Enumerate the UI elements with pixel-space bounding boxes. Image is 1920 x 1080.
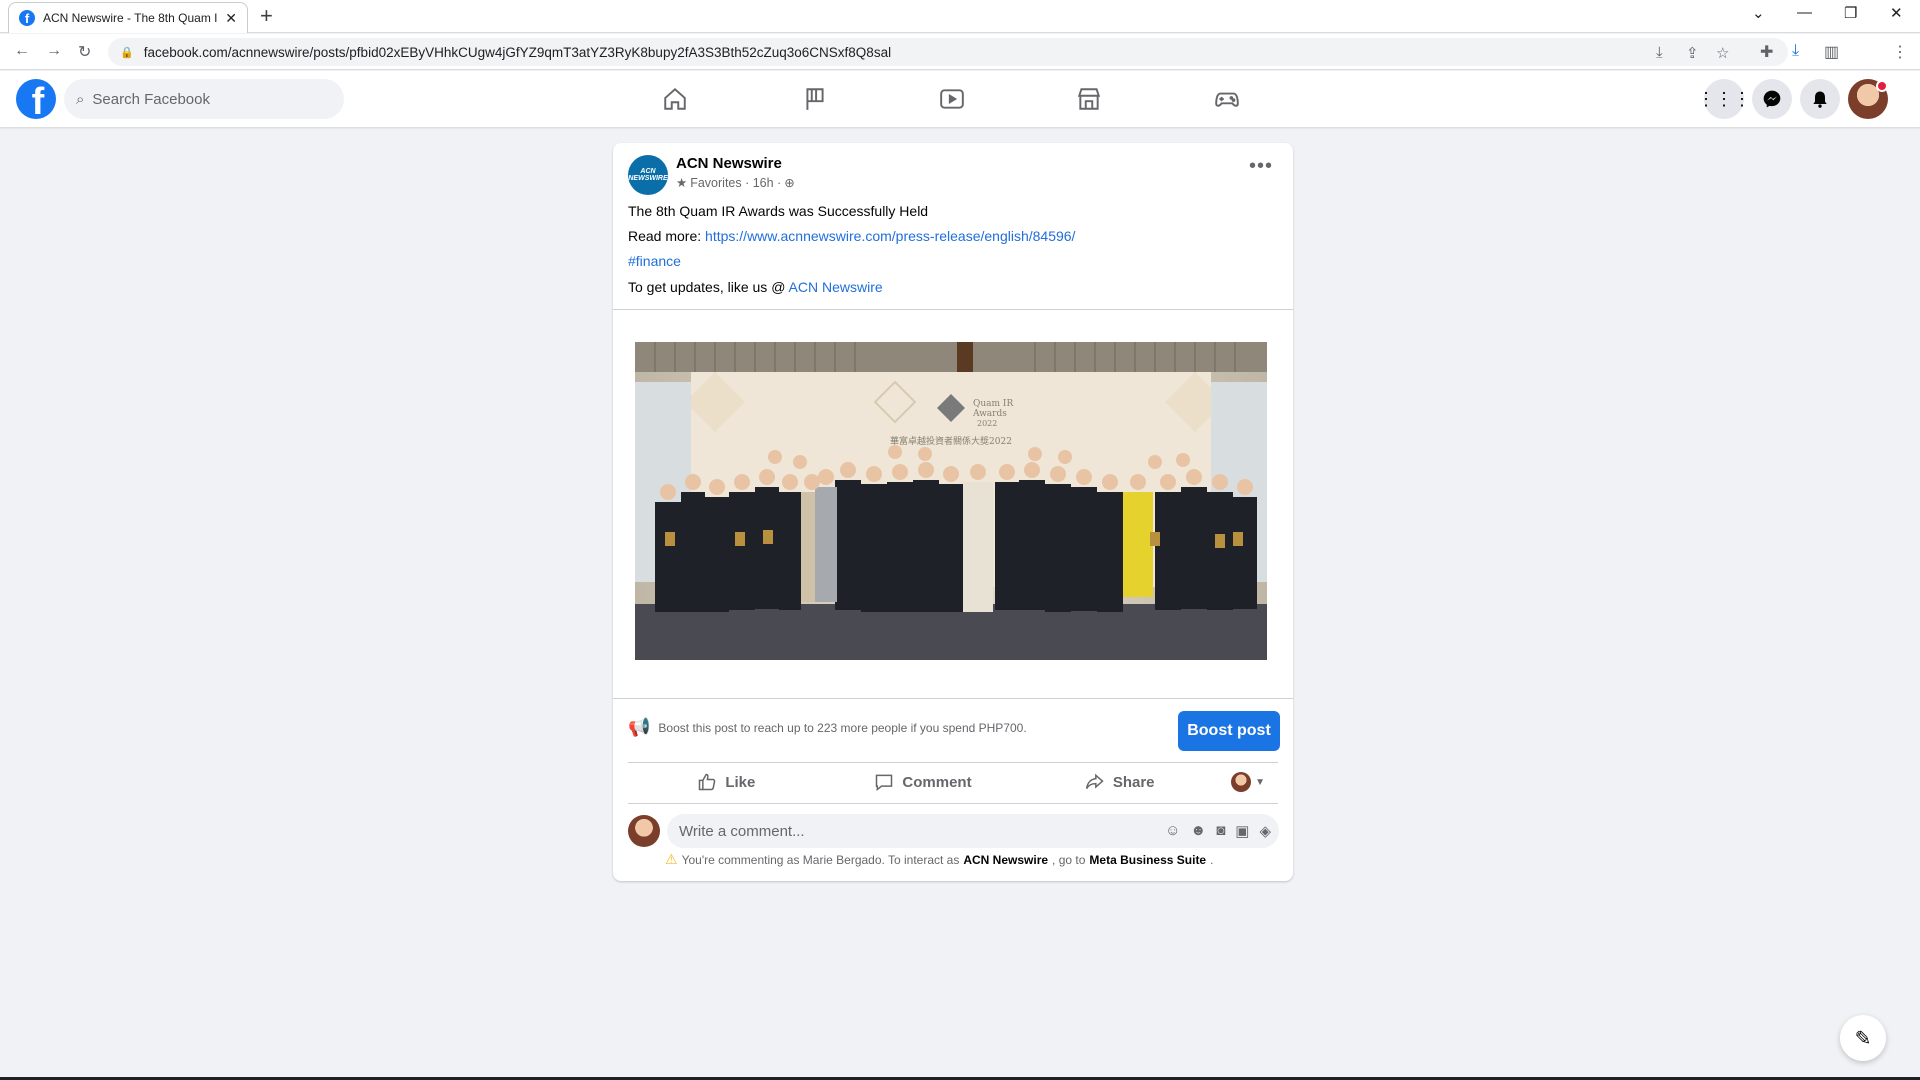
photo-caption-1: Quam IR <box>973 399 1013 409</box>
megaphone-icon: 📢 <box>628 717 651 737</box>
page-avatar-text: ACN NEWSWIRE <box>628 168 668 182</box>
post-card: ACN NEWSWIRE ACN Newswire ★ Favorites · … <box>613 143 1293 881</box>
event-group-photo: Quam IR Awards 2022 華富卓越投資者關係大獎2022 <box>635 342 1267 660</box>
finance-hashtag-link[interactable]: #finance <box>628 253 681 269</box>
thumbs-up-icon <box>699 773 716 791</box>
pages-flag-icon[interactable] <box>760 71 870 127</box>
notifications-bell-icon[interactable] <box>1800 79 1840 119</box>
commenting-as-notice: ⚠ You're commenting as Marie Bergado. To… <box>665 851 1213 868</box>
divider <box>613 698 1293 699</box>
meta-business-suite-link[interactable]: Meta Business Suite <box>1089 853 1206 867</box>
favorites-star-icon: ★ <box>676 176 688 190</box>
extensions-icon[interactable]: ✚ <box>1760 42 1773 62</box>
like-button[interactable]: Like <box>628 762 825 802</box>
comment-composer[interactable]: ☺ ☻ ◙ ▣ ◈ <box>667 814 1279 848</box>
divider <box>628 803 1278 804</box>
like-label: Like <box>725 773 756 791</box>
updates-prefix: To get updates, like us @ <box>628 279 786 295</box>
tab-title: ACN Newswire - The 8th Quam I <box>43 11 218 25</box>
browser-menu-icon[interactable]: ⋮ <box>1892 42 1908 62</box>
notice-middle: , go to <box>1052 852 1086 867</box>
hashtag-line: #finance <box>628 253 681 269</box>
side-panel-icon[interactable]: ▥ <box>1824 42 1839 62</box>
share-arrow-icon <box>1085 773 1104 790</box>
notification-badge <box>1876 80 1888 92</box>
notice-page-name[interactable]: ACN Newswire <box>963 853 1048 867</box>
divider <box>613 309 1293 310</box>
post-photo[interactable]: Quam IR Awards 2022 華富卓越投資者關係大獎2022 <box>635 342 1267 660</box>
comment-button[interactable]: Comment <box>825 762 1022 802</box>
camera-icon[interactable]: ◙ <box>1216 822 1225 840</box>
actor-avatar <box>1231 772 1252 792</box>
post-meta: ★ Favorites · 16h · ⊕ <box>676 175 795 191</box>
new-tab-icon[interactable]: + <box>260 5 273 27</box>
comment-input[interactable] <box>679 822 1139 840</box>
bookmark-star-icon[interactable]: ☆ <box>1716 44 1729 62</box>
comment-label: Comment <box>902 773 972 791</box>
gif-icon[interactable]: ▣ <box>1235 822 1249 840</box>
photo-caption-4: 華富卓越投資者關係大獎2022 <box>890 435 1012 447</box>
new-message-compose-icon[interactable]: ✎ <box>1840 1015 1886 1061</box>
tab-search-icon[interactable]: ⌄ <box>1752 4 1765 22</box>
globe-icon[interactable]: ⊕ <box>784 175 794 190</box>
photo-caption-3: 2022 <box>977 419 997 428</box>
share-button[interactable]: Share <box>1021 762 1218 802</box>
facebook-favicon-icon: f <box>19 10 35 26</box>
browser-toolbar: ← → ↻ 🔒 facebook.com/acnnewswire/posts/p… <box>0 34 1920 70</box>
boost-text: Boost this post to reach up to 223 more … <box>658 720 1027 735</box>
menu-grid-icon[interactable]: ⋮⋮⋮ <box>1697 79 1751 119</box>
page-name[interactable]: ACN Newswire <box>676 155 782 172</box>
share-page-icon[interactable]: ⇪ <box>1686 44 1699 62</box>
post-headline: The 8th Quam IR Awards was Successfully … <box>628 203 929 219</box>
notice-prefix: You're commenting as Marie Bergado. To i… <box>681 852 960 867</box>
boost-hint: 📢 Boost this post to reach up to 223 mor… <box>628 717 1027 738</box>
updates-line: To get updates, like us @ ACN Newswire <box>628 279 883 295</box>
photo-caption-2: Awards <box>972 409 1007 419</box>
facebook-search[interactable]: ⌕ <box>64 79 344 119</box>
post-meta-text[interactable]: Favorites · 16h · <box>690 176 781 190</box>
read-more-label: Read more: <box>628 228 702 244</box>
browser-tab-strip: f ACN Newswire - The 8th Quam I ✕ + ⌄ — … <box>0 0 1920 33</box>
comment-bubble-icon <box>876 774 893 792</box>
press-release-link[interactable]: https://www.acnnewswire.com/press-releas… <box>705 228 1075 244</box>
gaming-icon[interactable] <box>1172 71 1282 127</box>
address-bar[interactable]: 🔒 facebook.com/acnnewswire/posts/pfbid02… <box>108 38 1788 66</box>
close-tab-icon[interactable]: ✕ <box>225 10 237 27</box>
boost-post-button[interactable]: Boost post <box>1178 711 1280 751</box>
install-app-icon[interactable]: ⤓ <box>1656 44 1663 61</box>
messenger-icon[interactable] <box>1752 79 1792 119</box>
lock-icon: 🔒 <box>120 46 134 59</box>
post-as-selector[interactable]: ▼ <box>1218 762 1278 802</box>
watch-video-icon[interactable] <box>897 71 1007 127</box>
more-options-icon[interactable]: ••• <box>1249 155 1273 178</box>
close-window-icon[interactable]: ✕ <box>1890 4 1903 22</box>
url-text[interactable]: facebook.com/acnnewswire/posts/pfbid02xE… <box>144 45 891 60</box>
facebook-header: f ⌕ ⋮⋮⋮ <box>0 71 1920 127</box>
sticker-icon[interactable]: ◈ <box>1259 822 1271 840</box>
emoji-icon[interactable]: ☻ <box>1190 822 1206 840</box>
notice-end: . <box>1210 852 1214 867</box>
browser-tab[interactable]: f ACN Newswire - The 8th Quam I ✕ <box>8 2 248 33</box>
composer-tools: ☺ ☻ ◙ ▣ ◈ <box>1165 822 1271 840</box>
minimize-icon[interactable]: — <box>1797 4 1812 21</box>
reload-icon[interactable]: ↻ <box>78 42 91 62</box>
search-icon: ⌕ <box>76 90 85 108</box>
post-actions: Like Comment Share ▼ <box>628 762 1278 802</box>
share-label: Share <box>1112 773 1155 791</box>
commenter-avatar[interactable] <box>628 815 660 847</box>
downloads-icon[interactable]: ⤓ <box>1792 42 1799 60</box>
warning-icon: ⚠ <box>665 851 678 867</box>
restore-icon[interactable]: ❐ <box>1844 4 1857 22</box>
read-more-line: Read more: https://www.acnnewswire.com/p… <box>628 228 1075 244</box>
back-icon[interactable]: ← <box>14 42 30 60</box>
page-mention-link[interactable]: ACN Newswire <box>789 279 883 295</box>
search-input[interactable] <box>92 90 313 108</box>
page-avatar[interactable]: ACN NEWSWIRE <box>628 155 668 195</box>
marketplace-icon[interactable] <box>1034 71 1144 127</box>
chevron-down-icon: ▼ <box>1255 776 1265 788</box>
avatar-sticker-icon[interactable]: ☺ <box>1165 822 1180 840</box>
forward-icon[interactable]: → <box>46 42 62 60</box>
facebook-logo-icon[interactable]: f <box>16 79 56 119</box>
home-icon[interactable] <box>620 71 730 127</box>
